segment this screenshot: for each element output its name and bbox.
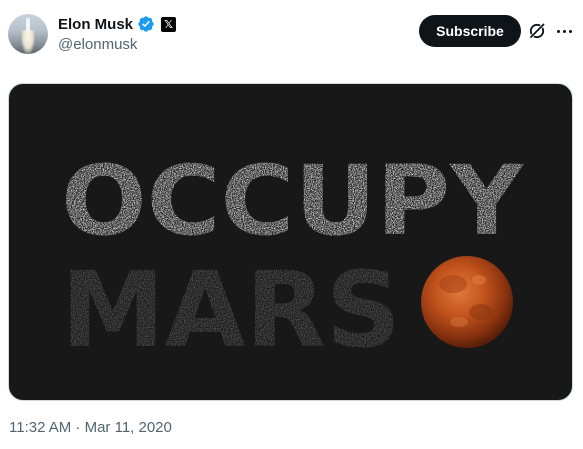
post-image[interactable]: OCCUPY MARS bbox=[8, 83, 573, 401]
more-dot bbox=[562, 29, 566, 33]
grok-icon[interactable] bbox=[527, 21, 547, 41]
more-dot bbox=[568, 29, 572, 33]
post-timestamp[interactable]: 11:32 AM · Mar 11, 2020 bbox=[9, 419, 172, 436]
more-dot bbox=[556, 29, 560, 33]
avatar[interactable] bbox=[8, 14, 48, 54]
image-title-occupy: OCCUPY bbox=[61, 145, 525, 257]
avatar-rocket bbox=[26, 18, 30, 34]
mars-planet bbox=[421, 256, 513, 348]
image-title-mars: MARS bbox=[61, 249, 401, 371]
subscribe-button[interactable]: Subscribe bbox=[419, 15, 521, 47]
post-header: Elon Musk 𝕏 @elonmusk Subscribe bbox=[0, 0, 583, 70]
occupy-mars-graphic: OCCUPY MARS bbox=[61, 145, 525, 371]
x-logo-icon: 𝕏 bbox=[161, 16, 177, 32]
verified-badge-icon bbox=[138, 16, 154, 32]
author-name-row: Elon Musk 𝕏 bbox=[58, 14, 177, 34]
author-name[interactable]: Elon Musk bbox=[58, 16, 133, 33]
more-options-icon[interactable] bbox=[553, 21, 575, 41]
author-handle[interactable]: @elonmusk bbox=[58, 36, 137, 53]
